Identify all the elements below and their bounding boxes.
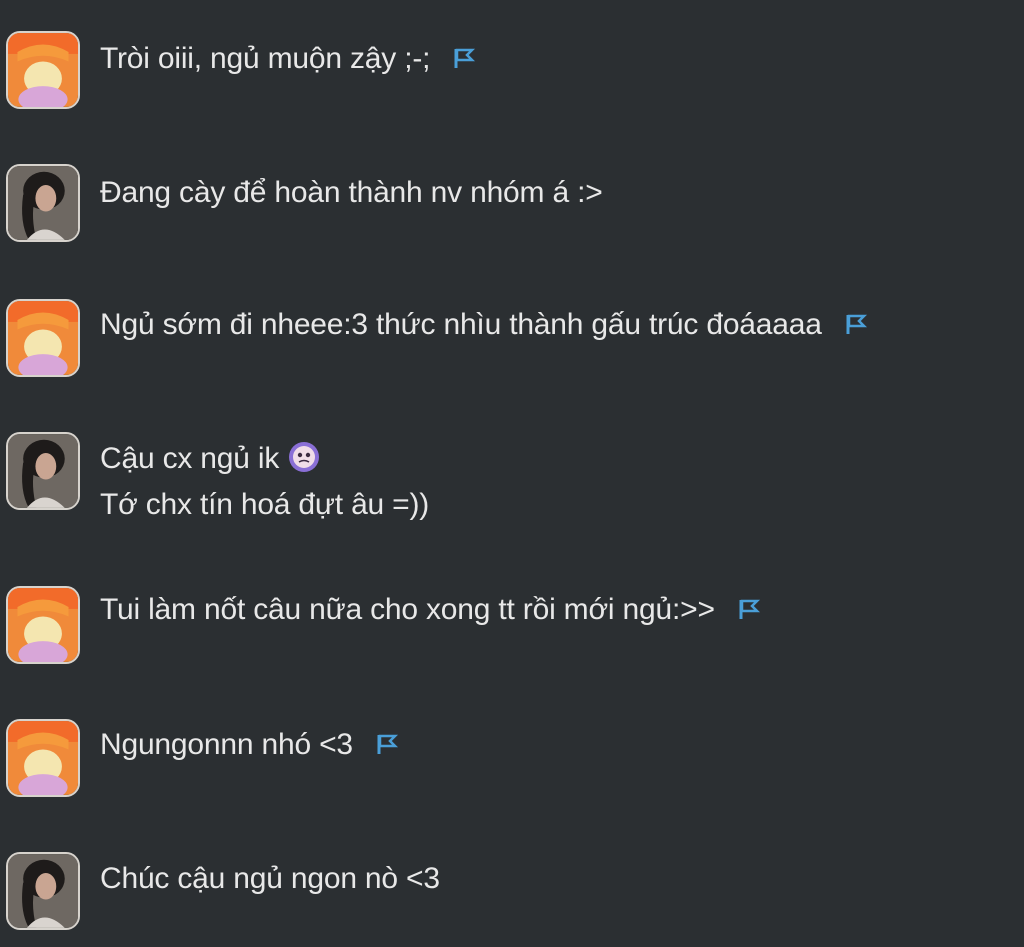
message-line: Tui làm nốt câu nữa cho xong tt rồi mới … [100, 593, 715, 626]
message-text: Tui làm nốt câu nữa cho xong tt rồi mới … [100, 587, 761, 633]
avatar-orange-icon [8, 588, 78, 662]
avatar-portrait-icon [8, 434, 78, 508]
message-line: Tròi oiii, ngủ muộn zậy ;-; [100, 42, 431, 75]
flag-icon[interactable] [452, 46, 476, 70]
message-text: Tròi oiii, ngủ muộn zậy ;-; [100, 36, 476, 82]
message-row: Ngủ sớm đi nheee:3 thức nhìu thành gấu t… [0, 296, 1024, 386]
message-text: Ngủ sớm đi nheee:3 thức nhìu thành gấu t… [100, 302, 868, 348]
avatar-orange-icon [8, 721, 78, 795]
message-line: Ngủ sớm đi nheee:3 thức nhìu thành gấu t… [100, 308, 822, 341]
message-row: Cậu cx ngủ ik Tớ chx tín hoá đựt âu =)) [0, 432, 1024, 542]
flag-icon[interactable] [844, 312, 868, 336]
message-row: Tui làm nốt câu nữa cho xong tt rồi mới … [0, 585, 1024, 675]
avatar[interactable] [6, 299, 80, 377]
pleading-face-icon [289, 442, 320, 472]
message-line: Tớ chx tín hoá đựt âu =)) [100, 488, 430, 521]
avatar-orange-icon [8, 301, 78, 375]
message-text: Cậu cx ngủ ik Tớ chx tín hoá đựt âu =)) [100, 436, 429, 528]
avatar[interactable] [6, 586, 80, 664]
message-text: Chúc cậu ngủ ngon nò <3 [100, 856, 440, 902]
chat-log: Tròi oiii, ngủ muộn zậy ;-; Đang cày để … [0, 0, 1024, 947]
message-row: Tròi oiii, ngủ muộn zậy ;-; [0, 28, 1024, 118]
message-row: Chúc cậu ngủ ngon nò <3 [0, 852, 1024, 942]
avatar-orange-icon [8, 33, 78, 107]
message-line: Chúc cậu ngủ ngon nò <3 [100, 862, 440, 895]
avatar[interactable] [6, 852, 80, 930]
avatar[interactable] [6, 719, 80, 797]
message-row: Đang cày để hoàn thành nv nhóm á :> [0, 163, 1024, 253]
flag-icon[interactable] [375, 732, 399, 756]
message-line: Đang cày để hoàn thành nv nhóm á :> [100, 176, 603, 209]
message-text: Đang cày để hoàn thành nv nhóm á :> [100, 170, 603, 216]
avatar[interactable] [6, 31, 80, 109]
message-row: Ngungonnn nhó <3 [0, 718, 1024, 808]
avatar-portrait-icon [8, 854, 78, 928]
avatar[interactable] [6, 164, 80, 242]
message-line: Ngungonnn nhó <3 [100, 728, 353, 761]
flag-icon[interactable] [737, 597, 761, 621]
message-line: Cậu cx ngủ ik [100, 442, 280, 475]
avatar[interactable] [6, 432, 80, 510]
avatar-portrait-icon [8, 166, 78, 240]
message-text: Ngungonnn nhó <3 [100, 722, 399, 768]
